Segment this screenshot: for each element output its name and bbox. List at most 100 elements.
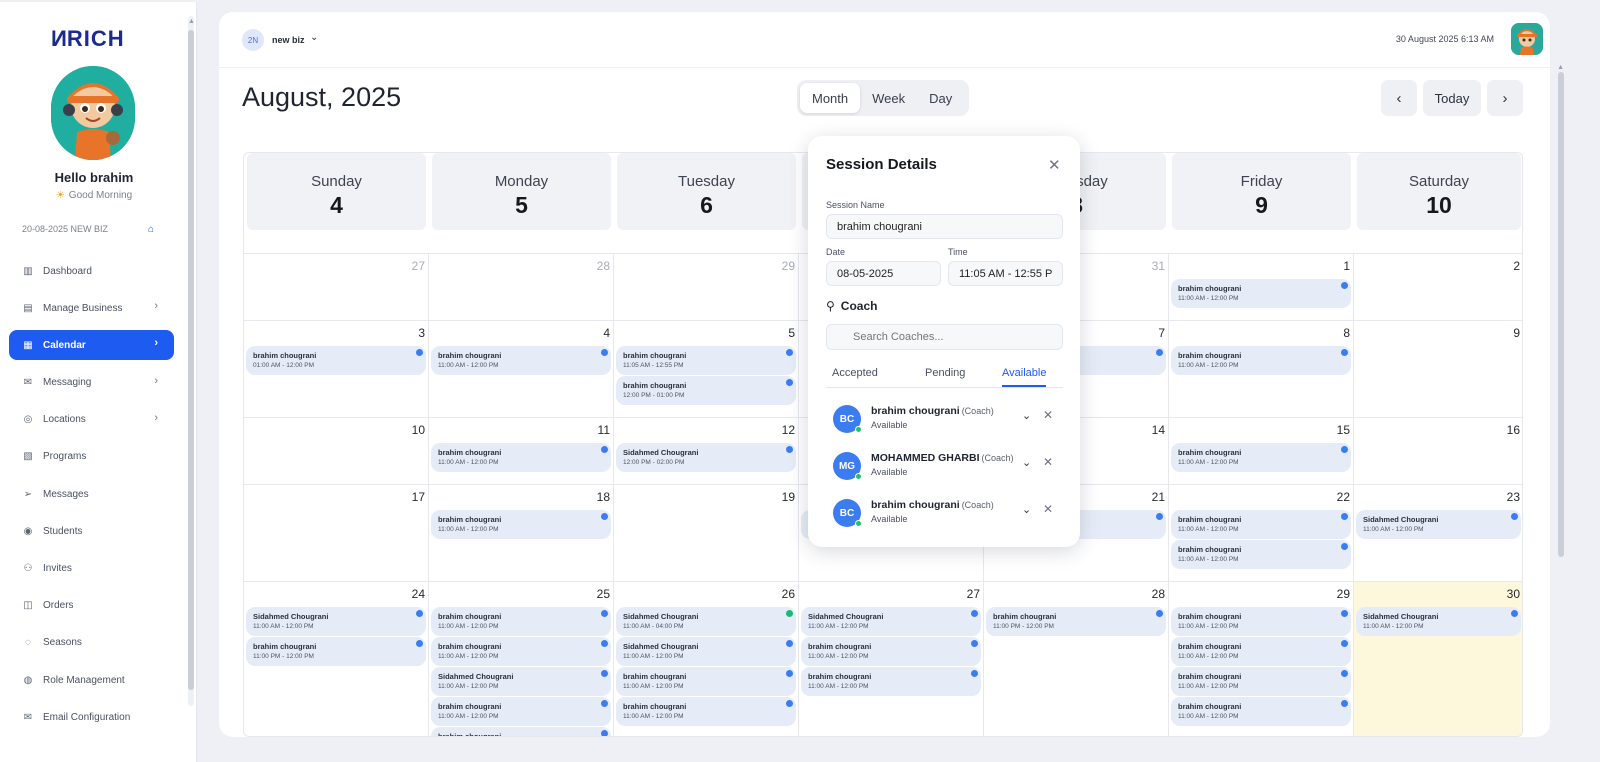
sidebar-item-calendar[interactable]: ▦ Calendar ›: [9, 330, 174, 361]
calendar-event[interactable]: brahim chougrani11:00 AM - 12:00 PM: [1171, 443, 1351, 472]
calendar-event[interactable]: brahim chougrani 12:00 PM - 01:00 PM: [616, 376, 796, 405]
calendar-event[interactable]: brahim chougrani11:00 AM - 12:00 PM: [1171, 540, 1351, 569]
day-cell[interactable]: 17: [244, 485, 429, 581]
day-cell[interactable]: 27: [244, 254, 429, 320]
sidebar-scrollbar[interactable]: ▲: [188, 16, 195, 706]
calendar-event[interactable]: Sidahmed Chougrani 11:00 AM - 12:00 PM: [1356, 607, 1521, 636]
sidebar-scrollbar-thumb[interactable]: [188, 30, 194, 690]
sidebar-item-invites[interactable]: ⚇ Invites: [9, 554, 174, 584]
calendar-event[interactable]: brahim chougrani11:00 AM - 12:00 PM: [431, 697, 611, 726]
day-cell[interactable]: 2: [1354, 254, 1522, 320]
day-cell[interactable]: 25 brahim chougrani 11:00 AM - 12:00 PM bra…: [429, 582, 614, 736]
session-name-input[interactable]: [826, 214, 1063, 239]
sidebar-item-dashboard[interactable]: ▥ Dashboard: [9, 256, 174, 286]
business-badge[interactable]: 2N: [242, 29, 264, 51]
next-month-button[interactable]: ›: [1487, 80, 1523, 116]
calendar-event[interactable]: brahim chougrani11:00 AM - 12:00 PM: [1171, 510, 1351, 539]
calendar-event[interactable]: brahim chougrani 01:00 AM - 12:00 PM: [246, 346, 426, 375]
profile-avatar[interactable]: [1511, 23, 1543, 55]
today-cell[interactable]: 30 Sidahmed Chougrani 11:00 AM - 12:00 PM: [1354, 582, 1522, 736]
tab-accepted[interactable]: Accepted: [832, 367, 878, 379]
calendar-event[interactable]: brahim chougrani11:00 AM - 12:00 PM: [431, 346, 611, 375]
calendar-event[interactable]: brahim chougrani 11:05 AM - 12:55 PM: [616, 346, 796, 375]
day-cell[interactable]: 29 brahim chougrani 11:00 AM - 12:00 PM bra…: [1169, 582, 1354, 736]
sidebar-item-seasons[interactable]: ◌ Seasons: [9, 628, 174, 658]
time-input[interactable]: [948, 261, 1063, 286]
chevron-down-icon[interactable]: ⌄: [1022, 456, 1031, 469]
close-icon[interactable]: ✕: [1048, 156, 1061, 174]
day-cell[interactable]: 3 brahim chougrani 01:00 AM - 12:00 PM: [244, 321, 429, 417]
tab-pending[interactable]: Pending: [925, 367, 965, 379]
home-icon[interactable]: ⌂: [148, 224, 154, 235]
main-scrollbar[interactable]: [1558, 72, 1564, 557]
tab-day[interactable]: Day: [917, 83, 964, 113]
calendar-event[interactable]: brahim chougrani11:00 AM - 12:00 PM: [801, 637, 981, 666]
sidebar-item-orders[interactable]: ◫ Orders: [9, 591, 174, 621]
remove-icon[interactable]: ✕: [1043, 455, 1053, 469]
sidebar-item-locations[interactable]: ◎ Locations ›: [9, 405, 174, 435]
calendar-event[interactable]: brahim chougrani11:00 AM - 12:00 PM: [616, 697, 796, 726]
calendar-event[interactable]: brahim chougrani11:00 AM - 12:00 PM: [616, 667, 796, 696]
day-cell[interactable]: 12 Sidahmed Chougrani 12:00 PM - 02:00 PM: [614, 418, 799, 484]
calendar-event[interactable]: Sidahmed Chougrani 11:00 AM - 12:00 PM: [616, 637, 796, 666]
day-cell[interactable]: 22 brahim chougrani 11:00 AM - 12:00 PM bra…: [1169, 485, 1354, 581]
today-button[interactable]: Today: [1423, 80, 1481, 116]
coach-row[interactable]: BC brahim chougrani (Coach) Available ⌄ ✕: [833, 496, 1063, 532]
tab-available[interactable]: Available: [1002, 367, 1047, 387]
sidebar-item-students[interactable]: ◉ Students: [9, 516, 174, 546]
day-cell[interactable]: 26 Sidahmed Chougrani 11:00 AM - 04:00 PM S…: [614, 582, 799, 736]
calendar-event[interactable]: brahim chougrani11:00 AM - 12:00 PM: [1171, 667, 1351, 696]
user-avatar[interactable]: [51, 66, 135, 160]
day-cell[interactable]: 5 brahim chougrani 11:05 AM - 12:55 PM brah…: [614, 321, 799, 417]
calendar-event[interactable]: Sidahmed Chougrani 12:00 PM - 02:00 PM: [616, 443, 796, 472]
calendar-event[interactable]: brahim chougrani11:00 AM - 12:00 PM: [431, 727, 611, 736]
calendar-event[interactable]: brahim chougrani11:00 AM - 12:00 PM: [1171, 346, 1351, 375]
remove-icon[interactable]: ✕: [1043, 502, 1053, 516]
day-cell[interactable]: 23 Sidahmed Chougrani 11:00 AM - 12:00 PM: [1354, 485, 1522, 581]
remove-icon[interactable]: ✕: [1043, 408, 1053, 422]
scroll-up-icon[interactable]: ▲: [188, 18, 195, 26]
business-line[interactable]: 20-08-2025 NEW BIZ: [22, 224, 108, 234]
calendar-event[interactable]: brahim chougrani 11:00 PM - 12:00 PM: [246, 637, 426, 666]
day-cell[interactable]: 1 brahim chougrani 11:00 AM - 12:00 PM: [1169, 254, 1354, 320]
chevron-down-icon[interactable]: ⌄: [1022, 503, 1031, 516]
calendar-event[interactable]: Sidahmed Chougrani 11:00 AM - 12:00 PM: [246, 607, 426, 636]
sidebar-item-messaging[interactable]: ✉ Messaging ›: [9, 368, 174, 398]
day-cell[interactable]: 4 brahim chougrani 11:00 AM - 12:00 PM: [429, 321, 614, 417]
sidebar-item-programs[interactable]: ▧ Programs: [9, 442, 174, 472]
coach-row[interactable]: BC brahim chougrani (Coach) Available ⌄ ✕: [833, 402, 1063, 438]
calendar-event[interactable]: brahim chougrani11:00 AM - 12:00 PM: [1171, 607, 1351, 636]
day-cell[interactable]: 16: [1354, 418, 1522, 484]
calendar-event[interactable]: brahim chougrani11:00 AM - 12:00 PM: [801, 667, 981, 696]
day-cell[interactable]: 15 brahim chougrani 11:00 AM - 12:00 PM: [1169, 418, 1354, 484]
chevron-down-icon[interactable]: ⌄: [310, 32, 318, 43]
calendar-event[interactable]: Sidahmed Chougrani 11:00 AM - 12:00 PM: [1356, 510, 1521, 539]
calendar-event[interactable]: brahim chougrani11:00 AM - 12:00 PM: [431, 637, 611, 666]
calendar-event[interactable]: Sidahmed Chougrani 11:00 AM - 12:00 PM: [431, 667, 611, 696]
day-cell[interactable]: 29: [614, 254, 799, 320]
chevron-down-icon[interactable]: ⌄: [1022, 409, 1031, 422]
search-coaches-input[interactable]: [826, 324, 1063, 350]
day-cell[interactable]: 28: [429, 254, 614, 320]
sidebar-item-manage-business[interactable]: ▤ Manage Business ›: [9, 293, 174, 323]
calendar-event[interactable]: brahim chougrani11:00 AM - 12:00 PM: [1171, 279, 1351, 308]
app-logo[interactable]: NRICH: [50, 26, 125, 52]
sidebar-item-email-configuration[interactable]: ✉ Email Configuration: [9, 702, 174, 732]
calendar-event[interactable]: Sidahmed Chougrani 11:00 AM - 12:00 PM: [801, 607, 981, 636]
day-cell[interactable]: 10: [244, 418, 429, 484]
main-scroll-up-icon[interactable]: ▲: [1557, 64, 1564, 71]
calendar-event[interactable]: brahim chougrani11:00 AM - 12:00 PM: [431, 510, 611, 539]
sidebar-item-role-management[interactable]: ◍ Role Management: [9, 665, 174, 695]
day-cell[interactable]: 19: [614, 485, 799, 581]
day-cell[interactable]: 28 brahim chougrani 11:00 PM - 12:00 PM: [984, 582, 1169, 736]
tab-month[interactable]: Month: [800, 83, 861, 113]
calendar-event[interactable]: Sidahmed Chougrani 11:00 AM - 04:00 PM: [616, 607, 796, 636]
tab-week[interactable]: Week: [860, 83, 917, 113]
calendar-event[interactable]: brahim chougrani11:00 AM - 12:00 PM: [1171, 637, 1351, 666]
calendar-event[interactable]: brahim chougrani11:00 AM - 12:00 PM: [431, 607, 611, 636]
sidebar-item-messages[interactable]: ➢ Messages: [9, 479, 174, 509]
prev-month-button[interactable]: ‹: [1381, 80, 1417, 116]
calendar-event[interactable]: brahim chougrani11:00 AM - 12:00 PM: [431, 443, 611, 472]
day-cell[interactable]: 27 Sidahmed Chougrani 11:00 AM - 12:00 PM b…: [799, 582, 984, 736]
day-cell[interactable]: 18 brahim chougrani 11:00 AM - 12:00 PM: [429, 485, 614, 581]
